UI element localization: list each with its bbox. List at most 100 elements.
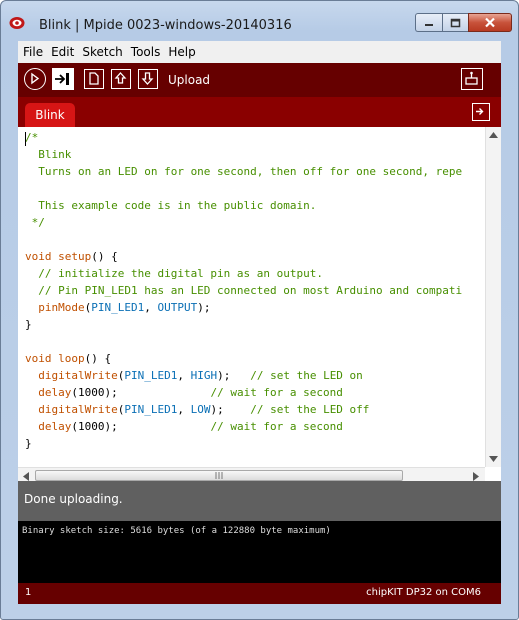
code-token: // set the LED off xyxy=(250,403,370,416)
menu-edit[interactable]: Edit xyxy=(48,45,77,59)
arrow-right-icon xyxy=(476,108,484,115)
verify-button[interactable] xyxy=(24,68,46,90)
title-bar[interactable]: Blink | Mpide 0023-windows-20140316 xyxy=(1,1,518,39)
scroll-right-icon[interactable] xyxy=(473,472,479,481)
code-line: } xyxy=(25,437,32,454)
code-line: // Pin PIN_LED1 has an LED connected on … xyxy=(25,284,462,301)
code-token: // set the LED on xyxy=(250,369,363,382)
code-token: loop xyxy=(58,352,85,365)
close-button[interactable] xyxy=(468,13,512,32)
open-button[interactable] xyxy=(111,69,131,89)
code-token: /* xyxy=(25,131,39,144)
code-line: This example code is in the public domai… xyxy=(25,199,316,216)
console-text: Binary sketch size: 5616 bytes (of a 122… xyxy=(22,526,331,536)
code-line: delay(1000); // wait for a second xyxy=(25,420,343,437)
code-token: () { xyxy=(91,250,118,263)
status-panel: Done uploading. xyxy=(18,481,501,521)
code-token: PIN_LED1 xyxy=(124,403,178,416)
play-icon xyxy=(31,72,40,85)
code-token: setup xyxy=(58,250,92,263)
code-token: ); xyxy=(217,369,251,382)
arrow-up-icon xyxy=(114,72,127,84)
code-line: void setup() { xyxy=(25,250,118,267)
maximize-button[interactable] xyxy=(442,13,468,32)
code-token: (1000); xyxy=(71,386,211,399)
scroll-up-icon[interactable] xyxy=(489,132,498,138)
code-token: PIN_LED1 xyxy=(91,301,145,314)
arrow-down-icon xyxy=(141,72,154,85)
code-line: digitalWrite(PIN_LED1, HIGH); // set the… xyxy=(25,369,363,386)
code-token: , xyxy=(144,301,158,314)
horizontal-scroll-thumb[interactable] xyxy=(35,470,403,481)
code-token: HIGH xyxy=(190,369,218,382)
toolbar: Upload xyxy=(18,63,501,97)
serial-monitor-button[interactable] xyxy=(461,68,483,90)
code-token: , xyxy=(177,369,191,382)
code-token: digitalWrite xyxy=(38,403,118,416)
code-token: PIN_LED1 xyxy=(124,369,178,382)
tab-blink[interactable]: Blink xyxy=(25,103,75,127)
scroll-left-icon[interactable] xyxy=(23,472,29,481)
code-token: ); xyxy=(197,301,211,314)
board-port: chipKIT DP32 on COM6 xyxy=(366,587,481,598)
menu-sketch[interactable]: Sketch xyxy=(79,45,125,59)
text-caret xyxy=(25,132,26,146)
grip-icon xyxy=(215,472,223,479)
app-icon xyxy=(9,17,25,29)
code-token: */ xyxy=(25,216,45,229)
menu-help[interactable]: Help xyxy=(165,45,198,59)
ide-window: Blink | Mpide 0023-windows-20140316 File… xyxy=(0,0,519,620)
tab-menu-button[interactable] xyxy=(472,103,490,121)
code-line: Blink xyxy=(25,148,71,165)
code-token: // Pin PIN_LED1 has an LED connected on … xyxy=(25,284,463,297)
line-number: 1 xyxy=(25,587,32,598)
minimize-icon xyxy=(425,23,433,26)
ide-client-area: File Edit Sketch Tools Help Upload Blink… xyxy=(18,41,501,604)
menu-file[interactable]: File xyxy=(20,45,46,59)
code-line: pinMode(PIN_LED1, OUTPUT); xyxy=(25,301,210,318)
code-token: } xyxy=(25,318,32,331)
upload-arrow-icon xyxy=(55,73,69,85)
console-output[interactable]: Binary sketch size: 5616 bytes (of a 122… xyxy=(18,521,501,583)
code-line: /* xyxy=(25,131,38,148)
code-token: delay xyxy=(38,420,72,433)
tab-strip: Blink xyxy=(18,97,501,127)
code-line: void loop() { xyxy=(25,352,111,369)
save-button[interactable] xyxy=(138,69,158,89)
status-footer: 1 chipKIT DP32 on COM6 xyxy=(18,583,501,604)
code-line: digitalWrite(PIN_LED1, LOW); // set the … xyxy=(25,403,369,420)
code-token: ); xyxy=(210,403,251,416)
code-line: Turns on an LED on for one second, then … xyxy=(25,165,462,182)
upload-button[interactable] xyxy=(52,68,74,90)
code-token: Turns on an LED on for one second, then … xyxy=(25,165,463,178)
code-token: Blink xyxy=(25,148,72,161)
code-line: // initialize the digital pin as an outp… xyxy=(25,267,323,284)
code-line: } xyxy=(25,318,32,335)
serial-monitor-icon xyxy=(465,71,478,85)
code-editor[interactable]: /* Blink Turns on an LED on for one seco… xyxy=(18,127,501,483)
menu-tools[interactable]: Tools xyxy=(128,45,164,59)
minimize-button[interactable] xyxy=(415,13,442,32)
new-button[interactable] xyxy=(84,69,104,89)
code-token: LOW xyxy=(190,403,211,416)
maximize-icon xyxy=(450,18,461,27)
close-icon xyxy=(485,17,495,28)
code-token: // initialize the digital pin as an outp… xyxy=(25,267,324,280)
code-text-area[interactable]: /* Blink Turns on an LED on for one seco… xyxy=(18,127,485,467)
vertical-scrollbar[interactable] xyxy=(485,127,501,467)
code-token: delay xyxy=(38,386,72,399)
code-token: pinMode xyxy=(38,301,85,314)
code-token: () { xyxy=(84,352,112,365)
code-token: // wait for a second xyxy=(210,420,343,433)
window-controls xyxy=(415,13,512,33)
scroll-down-icon[interactable] xyxy=(489,456,498,462)
code-token: void xyxy=(25,352,52,365)
status-message: Done uploading. xyxy=(24,492,123,506)
code-token: // wait for a second xyxy=(210,386,343,399)
code-token: digitalWrite xyxy=(38,369,118,382)
code-token: (1000); xyxy=(71,420,211,433)
